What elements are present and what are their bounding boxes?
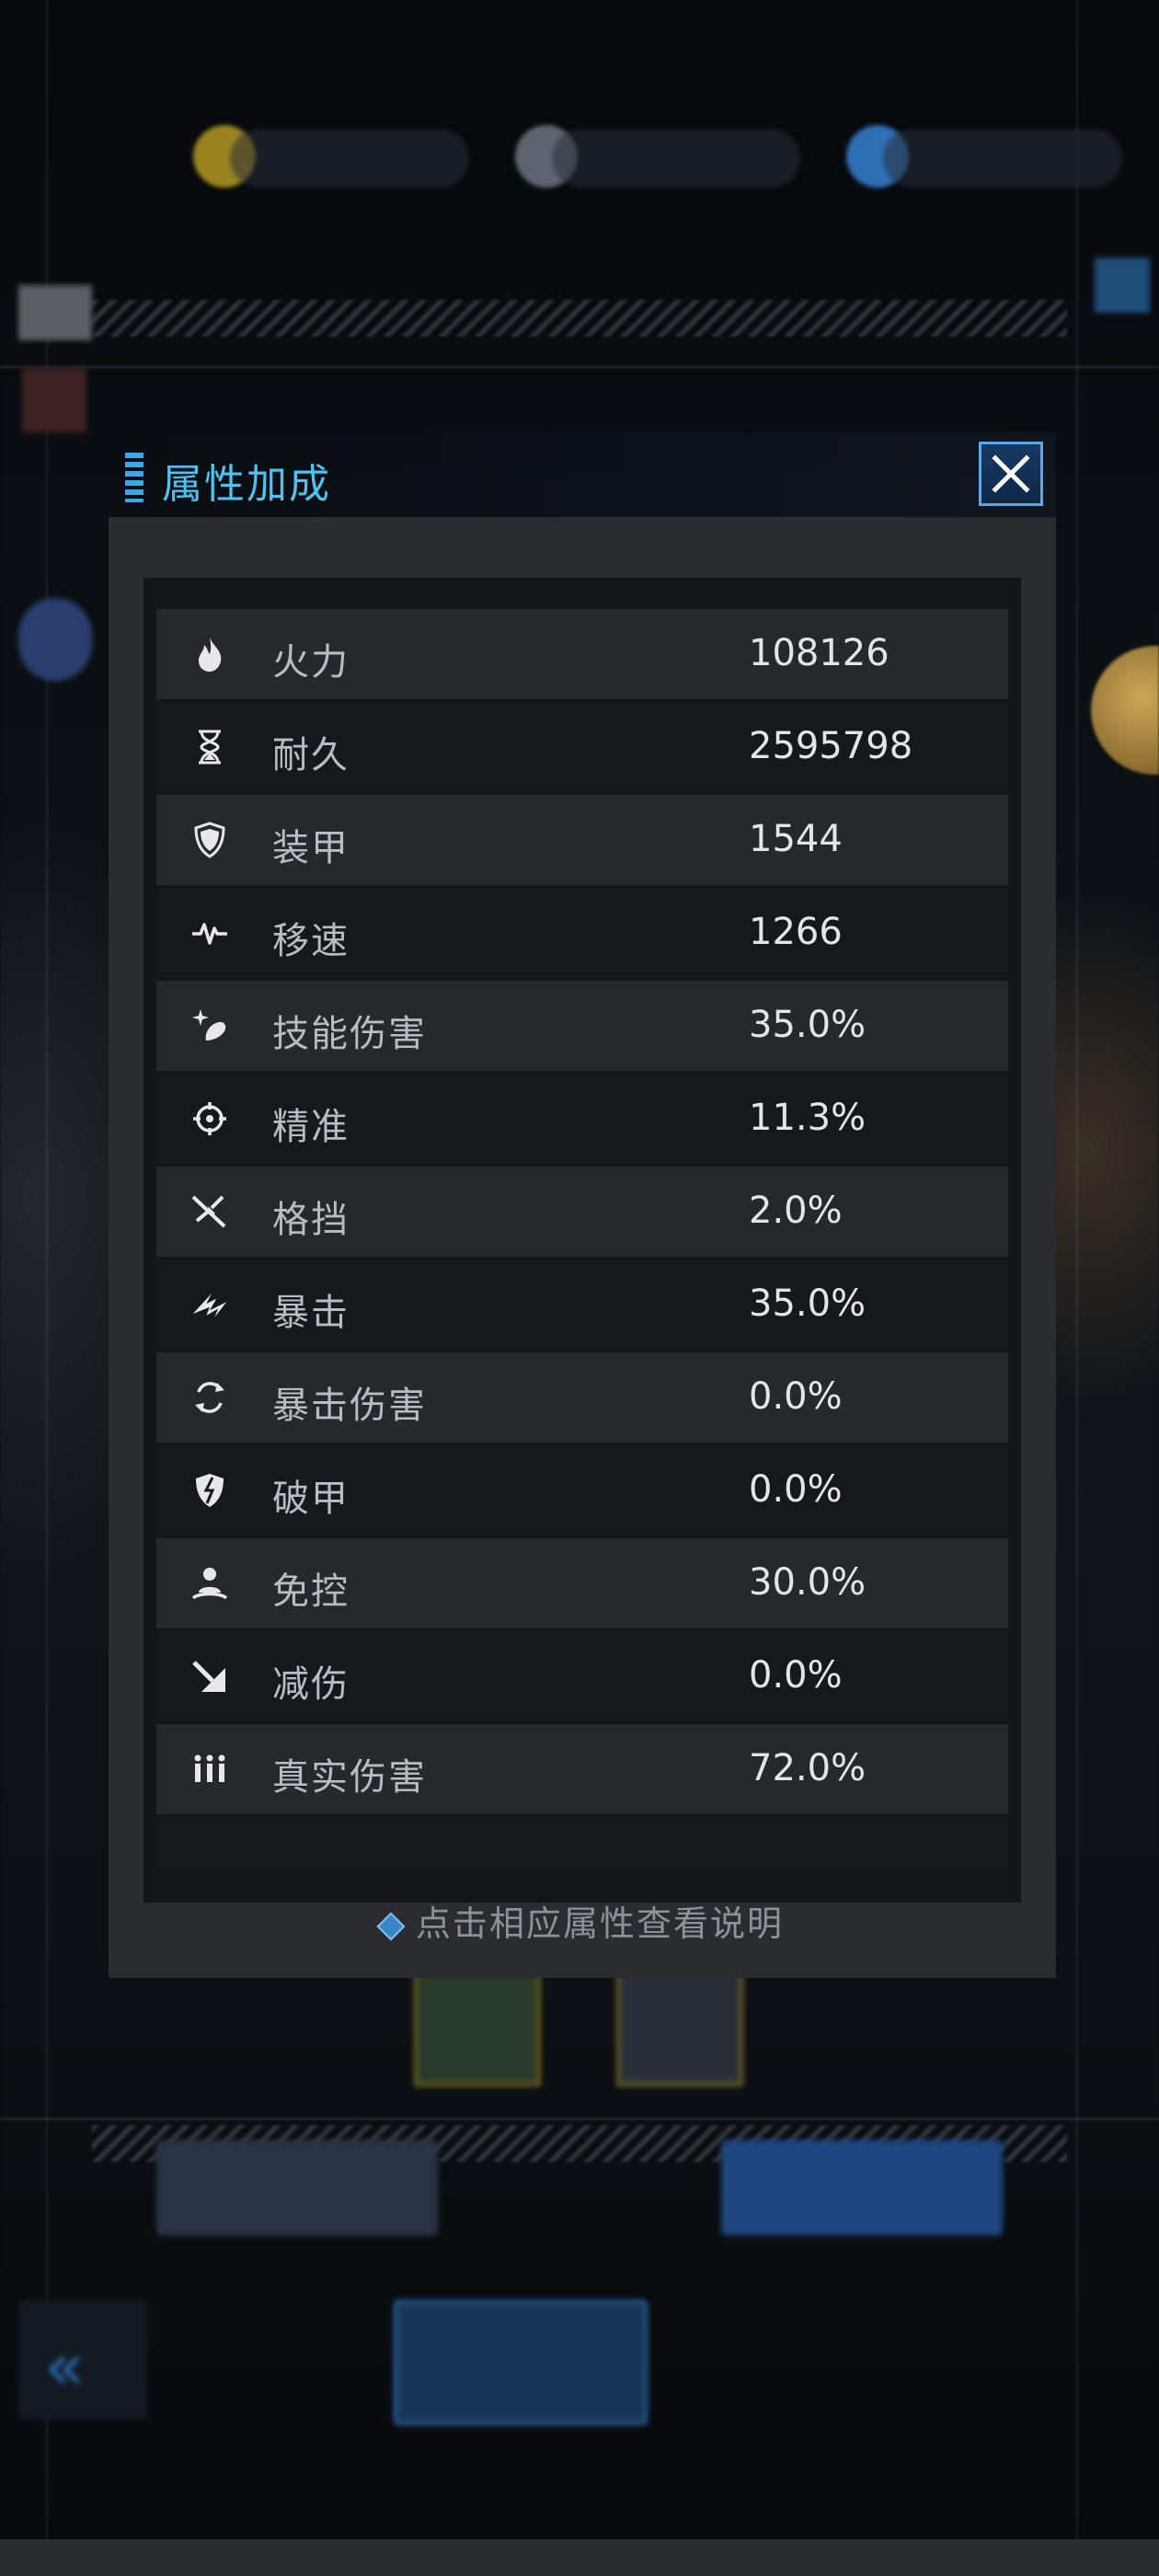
attribute-label: 暴击伤害 [272,1385,427,1427]
attribute-value: 1544 [749,818,843,860]
diamond-icon [376,1911,406,1941]
attribute-label: 破甲 [272,1478,350,1520]
attribute-value: 108126 [749,632,889,674]
attribute-label: 免控 [272,1570,350,1613]
dialog-header: 属性加成 [109,432,1056,517]
hint-text-container: 点击相应属性查看说明 [109,1895,1056,1946]
dialog-title: 属性加成 [162,461,331,508]
attribute-label: 耐久 [272,734,350,776]
attribute-row-critical[interactable]: 暴击 35.0% [156,1259,1008,1350]
attribute-list-frame: 火力 108126 耐久 2595798 装甲 1544 移速 1266 技能伤… [143,578,1021,1903]
attribute-value: 72.0% [749,1747,866,1789]
flame-icon [191,636,228,673]
attribute-row-parry[interactable]: 格挡 2.0% [156,1167,1008,1257]
attribute-value: 11.3% [749,1097,866,1139]
attribute-list[interactable]: 火力 108126 耐久 2595798 装甲 1544 移速 1266 技能伤… [156,609,1008,1871]
attribute-value: 2.0% [749,1190,843,1232]
critical-icon [191,1286,228,1323]
hourglass-icon [191,729,228,765]
attribute-label: 技能伤害 [272,1013,427,1055]
attribute-row-armor-break[interactable]: 破甲 0.0% [156,1445,1008,1535]
attribute-row-move-speed[interactable]: 移速 1266 [156,888,1008,978]
skill-damage-icon [191,1007,228,1044]
control-immune-icon [191,1565,228,1602]
attribute-label: 火力 [272,641,350,684]
speed-pulse-icon [191,914,228,951]
system-navigation-bar [0,2539,1159,2576]
attribute-value: 1266 [749,911,843,953]
attribute-row-accuracy[interactable]: 精准 11.3% [156,1074,1008,1164]
attribute-row-durability[interactable]: 耐久 2595798 [156,702,1008,792]
attribute-row-armor[interactable]: 装甲 1544 [156,795,1008,885]
crosshair-icon [191,1100,228,1137]
attribute-row-crit-damage[interactable]: 暴击伤害 0.0% [156,1352,1008,1443]
close-button[interactable] [979,442,1043,506]
attribute-value: 35.0% [749,1004,866,1046]
attribute-row-control-immune[interactable]: 免控 30.0% [156,1538,1008,1628]
attribute-value: 35.0% [749,1282,866,1325]
attribute-row-true-damage[interactable]: 真实伤害 72.0% [156,1724,1008,1814]
hint-text: 点击相应属性查看说明 [415,1903,784,1944]
attribute-row-skill-damage[interactable]: 技能伤害 35.0% [156,981,1008,1071]
attribute-value: 0.0% [749,1654,843,1696]
attribute-panel: 火力 108126 耐久 2595798 装甲 1544 移速 1266 技能伤… [109,517,1056,1978]
crit-damage-icon [191,1379,228,1416]
attribute-row-firepower[interactable]: 火力 108126 [156,609,1008,699]
true-damage-icon [191,1751,228,1788]
attribute-value: 0.0% [749,1468,843,1511]
attribute-label: 精准 [272,1106,350,1148]
parry-icon [191,1193,228,1230]
attribute-label: 暴击 [272,1292,350,1334]
close-icon [992,454,1030,493]
attribute-value: 2595798 [749,725,913,767]
damage-reduction-icon [191,1658,228,1695]
attribute-label: 装甲 [272,827,350,869]
attribute-value: 30.0% [749,1561,866,1604]
attribute-label: 格挡 [272,1199,350,1241]
shield-icon [191,822,228,858]
attribute-label: 移速 [272,920,350,962]
attribute-value: 0.0% [749,1375,843,1418]
attribute-row-partial [156,1817,1008,1871]
attribute-label: 真实伤害 [272,1756,427,1799]
attribute-label: 减伤 [272,1663,350,1706]
attribute-row-damage-reduction[interactable]: 减伤 0.0% [156,1631,1008,1721]
armor-break-icon [191,1472,228,1509]
